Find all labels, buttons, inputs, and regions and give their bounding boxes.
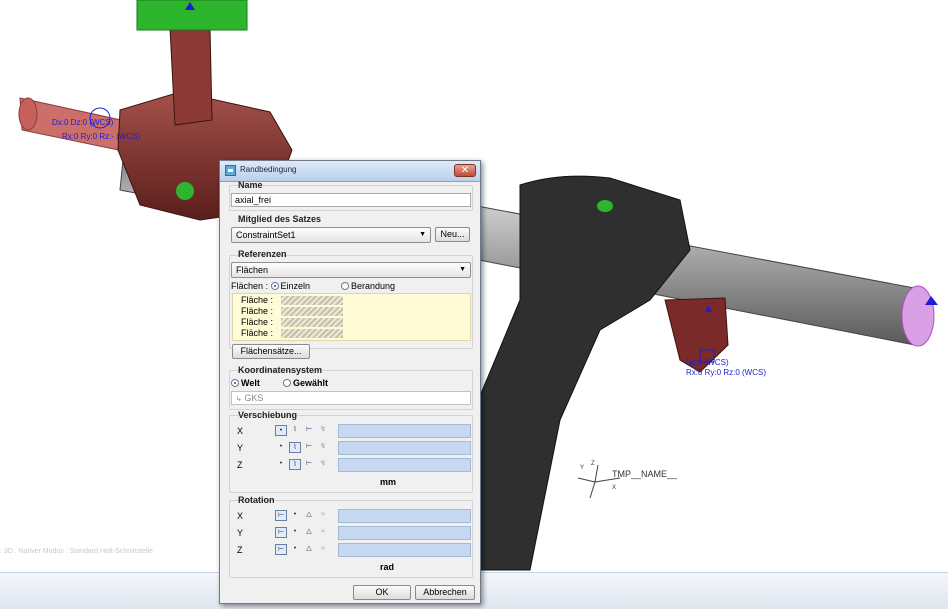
dialog-title: Randbedingung — [240, 165, 297, 174]
prescribed-icon[interactable]: ⊢ — [303, 459, 315, 470]
dialog-titlebar[interactable]: Randbedingung ✕ — [220, 161, 480, 182]
ok-button[interactable]: OK — [353, 585, 411, 600]
axis-y-label: Y — [580, 465, 585, 471]
status-text: : 3D : Nativer Modus : Standard Haft-Sch… — [0, 548, 153, 555]
axis-label-x: X — [237, 511, 244, 521]
free-icon[interactable]: • — [275, 442, 287, 453]
world-radio-row: Welt — [231, 378, 260, 388]
list-item[interactable]: Fläche : — [241, 295, 273, 305]
prescribed-icon[interactable]: △ — [303, 527, 315, 538]
function-icon[interactable]: ↯ — [317, 459, 329, 470]
green-marker-right — [597, 200, 613, 212]
free-icon[interactable]: • — [275, 459, 287, 470]
prescribed-icon[interactable]: ⊢ — [303, 442, 315, 453]
translation-y-value[interactable] — [338, 441, 471, 455]
cancel-button[interactable]: Abbrechen — [415, 585, 475, 600]
axis-label-z: Z — [237, 460, 243, 470]
axis-z-label: Z — [591, 461, 595, 467]
new-button[interactable]: Neu... — [435, 227, 470, 242]
axis-label-y: Y — [237, 443, 244, 453]
radio-boundary-label: Berandung — [351, 281, 396, 291]
coordsys-field[interactable]: ↳ GKS — [231, 391, 471, 405]
constraint-label-right-2: Rx:0 Ry:0 Rz:0 (WCS) — [686, 368, 767, 377]
list-item[interactable]: Fläche : — [241, 306, 273, 316]
dropdown-arrow-icon: ▼ — [419, 231, 426, 238]
dropdown-arrow-icon: ▼ — [459, 266, 466, 273]
boundary-radio-row: Berandung — [341, 281, 395, 291]
radio-selected-label: Gewählt — [293, 378, 329, 388]
radio-boundary[interactable] — [341, 282, 349, 290]
axis-x-label: X — [612, 485, 617, 491]
references-type-select[interactable]: Flächen ▼ — [231, 262, 471, 278]
redacted-surface-id — [281, 318, 343, 327]
fixed-icon[interactable]: • — [289, 544, 301, 555]
free-icon[interactable]: ⊢ — [275, 527, 287, 538]
rotation-y-value[interactable] — [338, 526, 471, 540]
rotation-section-title: Rotation — [238, 495, 275, 505]
translation-z-value[interactable] — [338, 458, 471, 472]
radio-world-label: Welt — [241, 378, 260, 388]
constraint-label-left-2: Rx:0 Ry:0 Rz:- (WCS) — [62, 132, 141, 141]
fixed-icon[interactable]: • — [289, 527, 301, 538]
radio-world[interactable] — [231, 379, 239, 387]
prescribed-icon[interactable]: △ — [303, 544, 315, 555]
rotation-unit: rad — [380, 562, 395, 572]
rotation-z-value[interactable] — [338, 543, 471, 557]
rotation-x-value[interactable] — [338, 509, 471, 523]
free-icon[interactable]: • — [275, 425, 287, 436]
function-icon[interactable]: ↯ — [317, 442, 329, 453]
axis-label-y: Y — [237, 528, 244, 538]
constraint-set-select[interactable]: ConstraintSet1 ▼ — [231, 227, 431, 243]
function-icon[interactable]: ≈ — [317, 510, 329, 521]
axis-label-z: Z — [237, 545, 243, 555]
function-icon[interactable]: ↯ — [317, 425, 329, 436]
shaft-end-cap — [901, 285, 935, 347]
green-top-pad — [136, 0, 248, 31]
radio-single-label: Einzeln — [280, 281, 311, 291]
coordsys-section-title: Koordinatensystem — [238, 365, 323, 375]
translation-section-title: Verschiebung — [238, 410, 298, 420]
name-section-title: Name — [238, 180, 263, 190]
constraint-dialog: Randbedingung ✕ Name axial_frei Mitglied… — [219, 160, 481, 604]
app-icon — [225, 165, 236, 176]
radio-single[interactable] — [270, 282, 279, 290]
redacted-surface-id — [281, 329, 343, 338]
constraint-label-left-1: Dx:0 Dz:0 (WCS) — [52, 118, 114, 127]
redacted-surface-id — [281, 296, 343, 305]
selected-radio-row: Gewählt — [283, 378, 328, 388]
name-input[interactable]: axial_frei — [231, 193, 471, 207]
translation-unit: mm — [380, 477, 397, 487]
translation-x-value[interactable] — [338, 424, 471, 438]
free-icon[interactable]: ⊢ — [275, 510, 287, 521]
fixed-icon[interactable]: ⌇ — [289, 459, 301, 470]
axis-label-x: X — [237, 426, 244, 436]
close-button[interactable]: ✕ — [454, 164, 476, 177]
fixed-icon[interactable]: ⌇ — [289, 425, 301, 436]
list-item[interactable]: Fläche : — [241, 328, 273, 338]
prescribed-icon[interactable]: △ — [303, 510, 315, 521]
free-icon[interactable]: ⊢ — [275, 544, 287, 555]
surfaces-label: Flächen : — [231, 281, 269, 291]
references-type-value: Flächen — [236, 265, 269, 275]
coordsys-value: GKS — [244, 393, 264, 403]
list-item[interactable]: Fläche : — [241, 317, 273, 327]
member-section-title: Mitglied des Satzes — [238, 214, 322, 224]
red-post — [169, 27, 213, 126]
tmp-name-label: TMP__NAME__ — [612, 469, 678, 479]
surface-sets-button[interactable]: Flächensätze... — [232, 344, 310, 359]
references-section-title: Referenzen — [238, 249, 287, 259]
fixed-icon[interactable]: ⌇ — [289, 442, 301, 453]
redacted-surface-id — [281, 307, 343, 316]
green-marker-left — [176, 182, 194, 200]
prescribed-icon[interactable]: ⊢ — [303, 425, 315, 436]
constraint-set-value: ConstraintSet1 — [236, 230, 296, 240]
fixed-icon[interactable]: • — [289, 510, 301, 521]
function-icon[interactable]: ≈ — [317, 527, 329, 538]
csys-icon: ↳ — [236, 396, 242, 403]
radio-selected[interactable] — [283, 379, 291, 387]
constraint-label-right-1: Dz:0 (WCS) — [686, 358, 729, 367]
surface-mode-row: Flächen : Einzeln — [231, 281, 310, 291]
surface-list[interactable]: Fläche : Fläche : Fläche : Fläche : — [232, 293, 471, 341]
function-icon[interactable]: ≈ — [317, 544, 329, 555]
